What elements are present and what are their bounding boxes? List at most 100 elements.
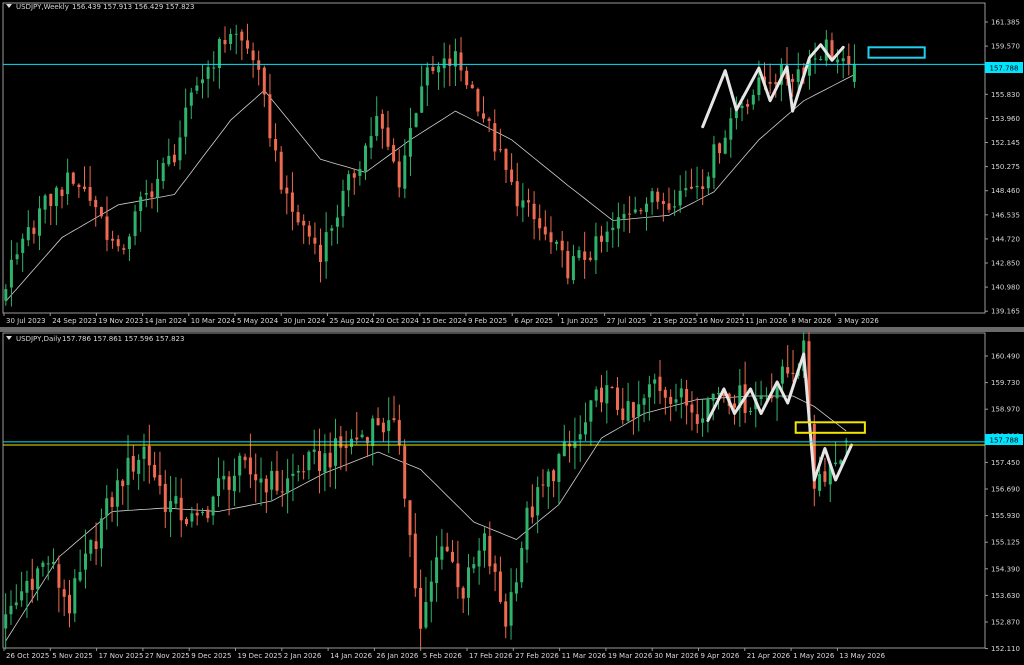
triangle-down-icon[interactable] <box>6 4 12 8</box>
candle <box>706 396 710 433</box>
candle <box>791 349 795 382</box>
candle <box>71 171 75 186</box>
candle <box>493 109 497 161</box>
x-tick-label: 5 Feb 2026 <box>423 652 463 660</box>
candle <box>467 553 470 616</box>
candle <box>690 391 694 431</box>
candle <box>285 175 289 215</box>
candle <box>365 436 369 458</box>
candle <box>270 461 274 501</box>
candle <box>678 175 682 213</box>
candle <box>68 579 71 628</box>
w-target-box[interactable] <box>867 46 926 59</box>
daily-header: USDJPY,Daily 157.786 157.861 157.596 157… <box>6 335 184 343</box>
candle <box>504 148 508 184</box>
x-tick-label: 26 Jan 2026 <box>376 652 419 660</box>
candle <box>743 361 747 424</box>
candle <box>477 538 481 585</box>
candle <box>645 197 648 231</box>
candle <box>600 374 603 413</box>
candle <box>264 475 268 513</box>
candle <box>824 30 828 67</box>
candle <box>445 532 449 553</box>
d-zigzag-line[interactable] <box>706 352 853 482</box>
candle <box>15 242 19 265</box>
candle <box>408 107 412 177</box>
w-zigzag-line[interactable] <box>701 43 845 129</box>
candle <box>408 500 412 558</box>
daily-price-tag-label: 157.788 <box>990 437 1019 445</box>
candle <box>375 96 379 141</box>
candle <box>751 89 755 110</box>
candle <box>543 210 547 241</box>
candle <box>685 379 689 425</box>
candle <box>279 146 283 194</box>
y-tick-label: 154.390 <box>991 565 1020 573</box>
candle <box>319 228 322 283</box>
x-tick-label: 30 Jul 2023 <box>6 317 46 325</box>
candle <box>291 453 295 502</box>
candle <box>690 168 693 190</box>
candle <box>431 55 435 75</box>
candle <box>465 66 469 89</box>
candle <box>552 468 556 498</box>
candle <box>223 26 227 53</box>
candle <box>227 471 231 516</box>
candle <box>184 88 188 155</box>
candle <box>504 593 508 639</box>
candle <box>695 397 699 434</box>
candle <box>158 451 162 495</box>
candle <box>110 491 114 522</box>
candle <box>435 535 439 602</box>
y-tick-label: 152.870 <box>991 619 1020 627</box>
candle <box>328 432 332 488</box>
candle <box>611 212 615 248</box>
candle <box>633 196 637 214</box>
x-tick-label: 10 Mar 2024 <box>191 317 236 325</box>
daily-chart-pane[interactable]: USDJPY,Daily 157.786 157.861 157.596 157… <box>0 332 1024 665</box>
triangle-down-icon[interactable] <box>6 336 12 340</box>
d-target-box[interactable] <box>794 421 866 434</box>
candle <box>493 555 497 592</box>
candle <box>642 394 646 423</box>
candle <box>403 139 407 199</box>
candle <box>178 120 182 170</box>
x-tick-label: 30 Mar 2026 <box>654 652 699 660</box>
candle <box>36 566 40 601</box>
candle <box>318 428 321 494</box>
candle <box>451 539 454 564</box>
candle <box>819 55 823 61</box>
candle <box>437 62 441 90</box>
daily-zigzag-group <box>706 352 853 482</box>
candle <box>684 170 688 198</box>
candle <box>852 44 856 88</box>
weekly-chart-pane[interactable]: USDJPY,Weekly 156.439 157.913 156.429 15… <box>0 0 1024 327</box>
candle <box>380 109 384 149</box>
candle <box>127 233 131 261</box>
candle <box>296 204 300 226</box>
daily-candles-group <box>4 332 848 650</box>
x-tick-label: 26 Oct 2025 <box>6 652 49 660</box>
candle <box>240 29 244 61</box>
weekly-candles-group <box>4 23 856 307</box>
candle <box>78 549 82 583</box>
y-tick-label: 159.570 <box>991 43 1020 51</box>
candle <box>376 407 380 426</box>
candle <box>371 415 375 466</box>
x-tick-label: 27 Feb 2026 <box>515 652 559 660</box>
w-moving-average-line <box>5 74 855 302</box>
candle <box>116 235 120 252</box>
candle <box>323 434 327 492</box>
x-tick-label: 27 Jul 2025 <box>607 317 647 325</box>
weekly-zigzag-group <box>701 43 845 129</box>
candle <box>111 230 115 249</box>
candle <box>121 478 125 505</box>
candle <box>476 87 480 117</box>
candle <box>238 452 242 493</box>
candle <box>397 404 401 455</box>
candle <box>459 37 463 82</box>
candle <box>429 560 433 623</box>
x-tick-label: 9 Feb 2025 <box>468 317 507 325</box>
candle <box>392 138 396 164</box>
candle <box>414 112 418 128</box>
